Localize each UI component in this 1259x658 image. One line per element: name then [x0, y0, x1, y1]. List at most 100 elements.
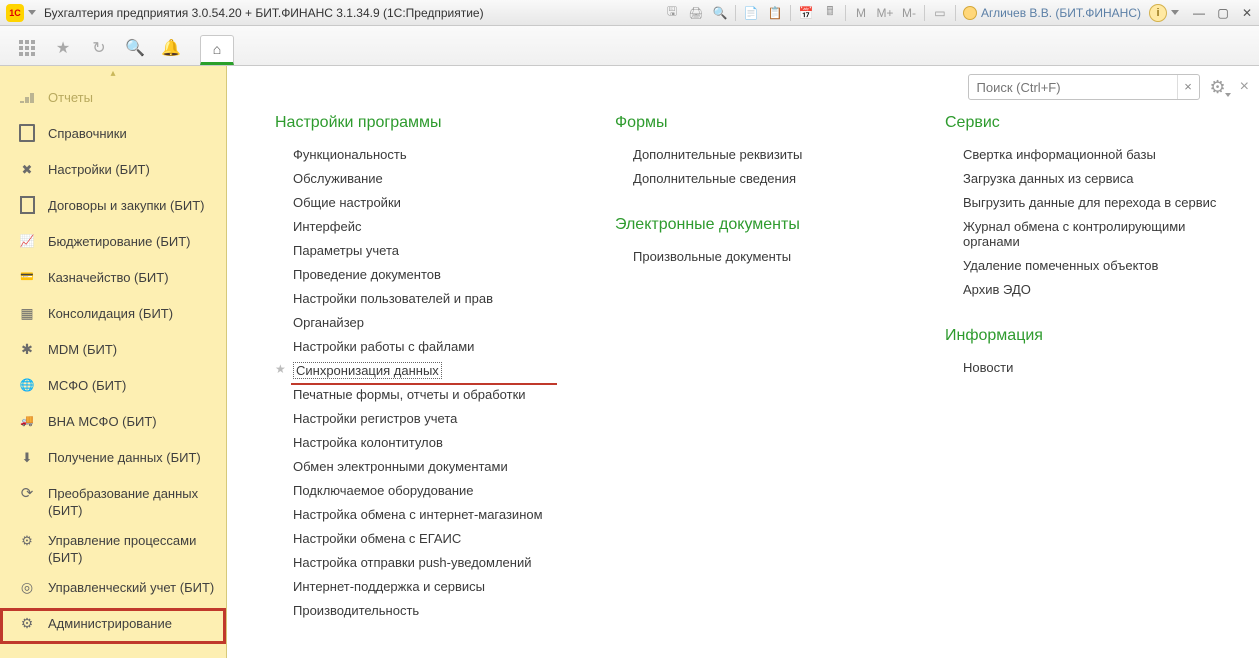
sidebar-item-3[interactable]: Договоры и закупки (БИТ)	[0, 190, 226, 226]
tab-home[interactable]: ⌂	[200, 35, 234, 65]
nav-link[interactable]: Проведение документов	[275, 262, 575, 286]
memory-mplus[interactable]: M+	[874, 3, 896, 23]
i-star-icon	[18, 340, 36, 358]
nav-link[interactable]: Дополнительные реквизиты	[615, 142, 905, 166]
sidebar-item-label: МСФО (БИТ)	[48, 376, 126, 394]
sidebar-item-4[interactable]: Бюджетирование (БИТ)	[0, 226, 226, 262]
sidebar-item-10[interactable]: Получение данных (БИТ)	[0, 442, 226, 478]
nav-link[interactable]: Параметры учета	[275, 238, 575, 262]
nav-link[interactable]: Выгрузить данные для перехода в сервис	[945, 190, 1245, 214]
scroll-up-hint[interactable]: ▴	[0, 68, 226, 79]
nav-link[interactable]: Интерфейс	[275, 214, 575, 238]
nav-link[interactable]: Настройка колонтитулов	[275, 430, 575, 454]
sidebar-item-label: Настройки (БИТ)	[48, 160, 150, 178]
sidebar-item-6[interactable]: Консолидация (БИТ)	[0, 298, 226, 334]
settings-gear-icon[interactable]: ⚙	[1210, 77, 1226, 98]
nav-link[interactable]: Настройки работы с файлами	[275, 334, 575, 358]
calculator-icon[interactable]: 🖩	[819, 3, 841, 23]
sidebar-item-label: Управленческий учет (БИТ)	[48, 578, 214, 596]
sidebar-item-label: Бюджетирование (БИТ)	[48, 232, 191, 250]
memory-m[interactable]: M	[850, 3, 872, 23]
nav-link[interactable]: Настройка отправки push-уведомлений	[275, 550, 575, 574]
task-icon[interactable]: ▭	[929, 3, 951, 23]
nav-link[interactable]: Свертка информационной базы	[945, 142, 1245, 166]
notifications-icon[interactable]: 🔔	[162, 39, 180, 57]
search-input[interactable]	[969, 80, 1177, 95]
nav-link[interactable]: Органайзер	[275, 310, 575, 334]
sidebar-item-label: Отчеты	[48, 88, 93, 106]
i-book-icon	[18, 124, 36, 142]
sidebar-item-label: Справочники	[48, 124, 127, 142]
nav-link[interactable]: Журнал обмена с контролирующими органами	[945, 214, 1245, 253]
sidebar-item-5[interactable]: Казначейство (БИТ)	[0, 262, 226, 298]
sidebar-item-1[interactable]: Справочники	[0, 118, 226, 154]
nav-link[interactable]: Архив ЭДО	[945, 277, 1245, 301]
i-wrench-icon	[18, 160, 36, 178]
nav-link[interactable]: Печатные формы, отчеты и обработки	[275, 382, 575, 406]
sidebar-item-label: Администрирование	[48, 614, 172, 632]
nav-link[interactable]: Новости	[945, 355, 1245, 379]
sidebar-item-13[interactable]: Управленческий учет (БИТ)	[0, 572, 226, 608]
nav-link[interactable]: Настройка обмена с интернет-магазином	[275, 502, 575, 526]
i-truck-icon	[18, 412, 36, 430]
panel-close-icon[interactable]: ×	[1240, 78, 1249, 96]
content-search[interactable]: ×	[968, 74, 1200, 100]
history-icon[interactable]: ↻	[90, 39, 108, 57]
preview-icon[interactable]: 🔍	[709, 3, 731, 23]
i-wallet-icon	[18, 268, 36, 286]
maximize-button[interactable]: ▢	[1212, 4, 1234, 22]
print-icon[interactable]: 🖨	[685, 3, 707, 23]
minimize-button[interactable]: —	[1188, 4, 1210, 22]
i-chart-icon	[18, 232, 36, 250]
i-boxes-icon	[18, 304, 36, 322]
sidebar-item-14[interactable]: Администрирование	[0, 608, 226, 644]
sidebar-item-label: Управление процессами (БИТ)	[48, 531, 216, 566]
sidebar-item-2[interactable]: Настройки (БИТ)	[0, 154, 226, 190]
memory-mminus[interactable]: M-	[898, 3, 920, 23]
nav-link[interactable]: Загрузка данных из сервиса	[945, 166, 1245, 190]
current-user[interactable]: Агличев В.В. (БИТ.ФИНАНС)	[963, 6, 1141, 20]
save-icon[interactable]: 🖫	[661, 3, 683, 23]
i-doc-icon	[18, 196, 36, 214]
user-avatar-icon	[963, 6, 977, 20]
nav-link[interactable]: Обслуживание	[275, 166, 575, 190]
sidebar-item-0[interactable]: Отчеты	[0, 82, 226, 118]
sidebar-item-8[interactable]: МСФО (БИТ)	[0, 370, 226, 406]
content-area: × ⚙ × Настройки программы Функциональнос…	[227, 66, 1259, 658]
paste-icon[interactable]: 📋	[764, 3, 786, 23]
section-service-heading: Сервис	[945, 114, 1245, 132]
i-target-icon	[18, 578, 36, 596]
copy-icon[interactable]: 📄	[740, 3, 762, 23]
nav-link[interactable]: Настройки обмена с ЕГАИС	[275, 526, 575, 550]
help-icon[interactable]: i	[1149, 4, 1167, 22]
favorite-icon[interactable]: ★	[54, 39, 72, 57]
nav-link[interactable]: Настройки пользователей и прав	[275, 286, 575, 310]
nav-link[interactable]: Синхронизация данных	[275, 358, 575, 382]
close-button[interactable]: ✕	[1236, 4, 1258, 22]
nav-link[interactable]: Обмен электронными документами	[275, 454, 575, 478]
nav-link[interactable]: Подключаемое оборудование	[275, 478, 575, 502]
search-icon[interactable]: 🔍	[126, 39, 144, 57]
sidebar-item-12[interactable]: Управление процессами (БИТ)	[0, 525, 226, 572]
sidebar-item-label: ВНА МСФО (БИТ)	[48, 412, 157, 430]
section-forms-heading: Формы	[615, 114, 905, 132]
nav-link[interactable]: Общие настройки	[275, 190, 575, 214]
nav-link[interactable]: Удаление помеченных объектов	[945, 253, 1245, 277]
nav-link[interactable]: Дополнительные сведения	[615, 166, 905, 190]
nav-link[interactable]: Функциональность	[275, 142, 575, 166]
sidebar-item-7[interactable]: MDM (БИТ)	[0, 334, 226, 370]
nav-link[interactable]: Производительность	[275, 598, 575, 622]
sidebar-item-9[interactable]: ВНА МСФО (БИТ)	[0, 406, 226, 442]
nav-link[interactable]: Произвольные документы	[615, 244, 905, 268]
help-dropdown[interactable]	[1171, 10, 1179, 15]
search-clear-icon[interactable]: ×	[1177, 75, 1199, 99]
sidebar-item-11[interactable]: Преобразование данных (БИТ)	[0, 478, 226, 525]
apps-icon[interactable]	[18, 39, 36, 57]
nav-link[interactable]: Интернет-поддержка и сервисы	[275, 574, 575, 598]
i-gear-icon	[18, 614, 36, 632]
main-toolbar: ★ ↻ 🔍 🔔 ⌂	[0, 26, 1259, 66]
nav-link[interactable]: Настройки регистров учета	[275, 406, 575, 430]
app-menu-dropdown[interactable]	[28, 10, 36, 15]
navigation-sidebar: ▴ Отчеты Справочники Настройки (БИТ) Догово…	[0, 66, 227, 658]
calendar-icon[interactable]: 📅	[795, 3, 817, 23]
